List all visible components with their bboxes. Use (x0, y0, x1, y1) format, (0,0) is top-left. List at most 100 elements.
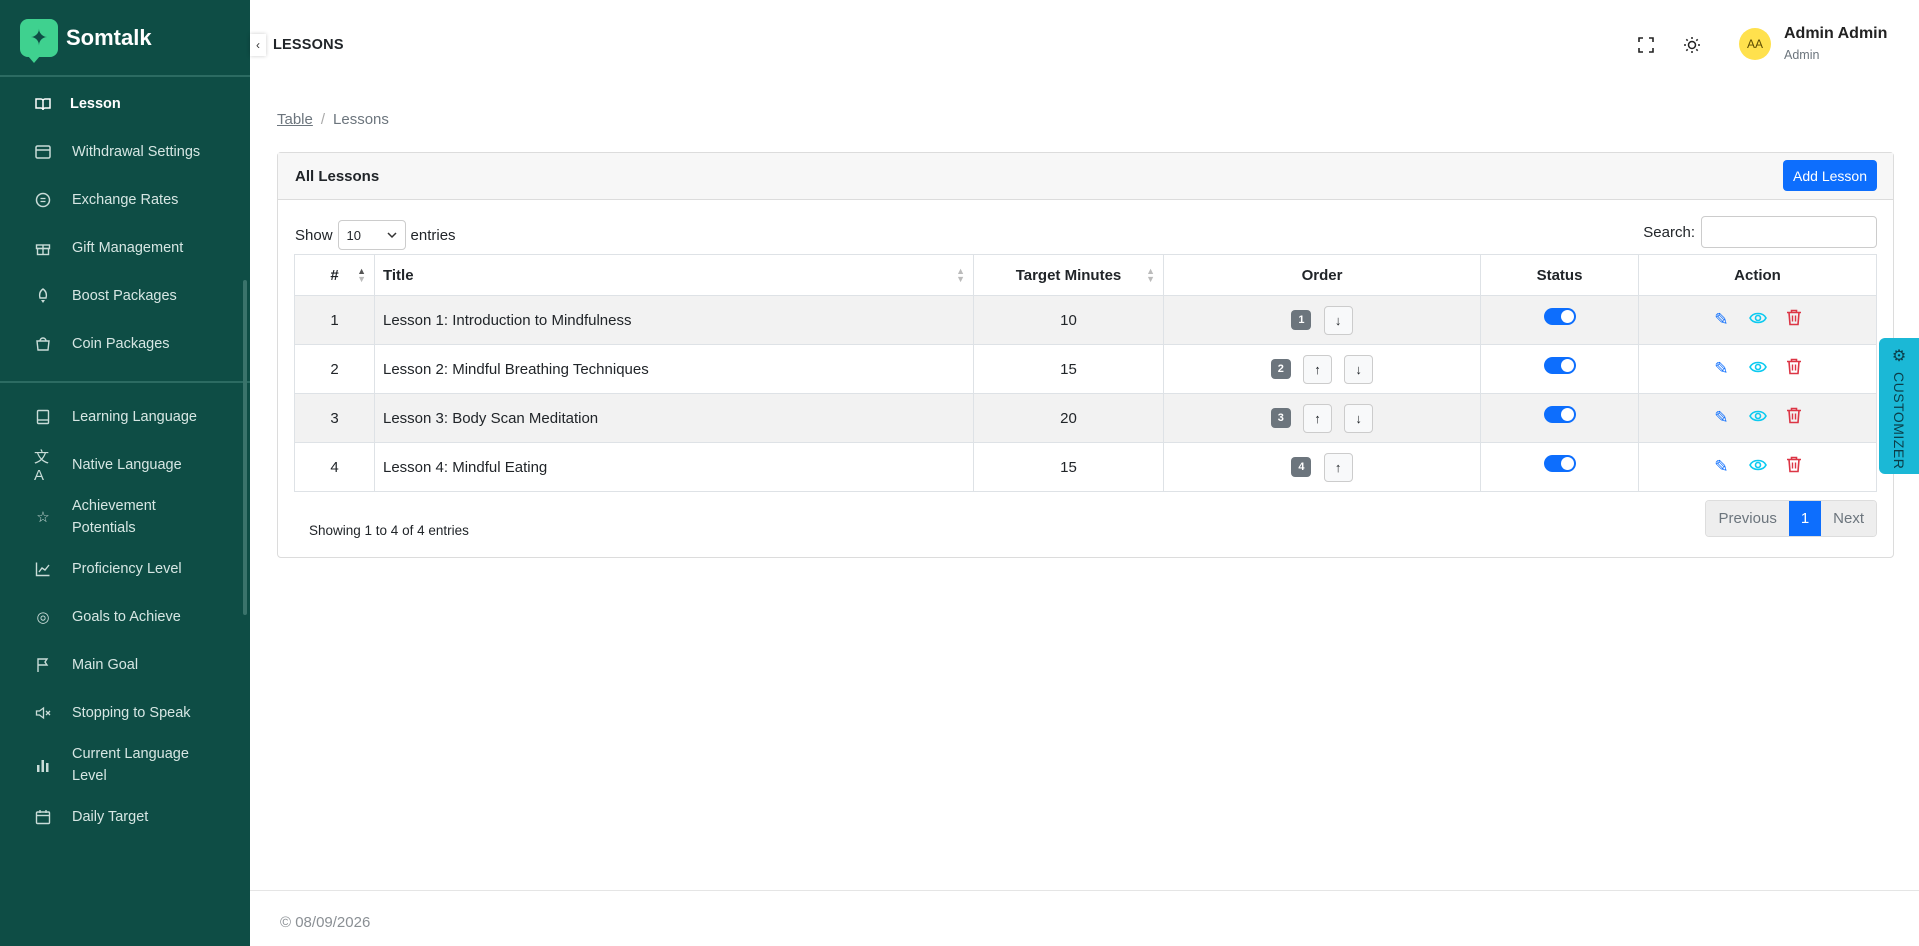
delete-trash-icon[interactable] (1784, 309, 1804, 331)
card-header: All Lessons Add Lesson (278, 153, 1893, 200)
edit-pencil-icon[interactable]: ✎ (1711, 359, 1731, 379)
order-badge: 4 (1291, 457, 1312, 477)
sidebar-item-native-language[interactable]: 文A Native Language (0, 441, 250, 489)
lessons-table: # ▲ ▼ Title ▲ ▼ Target Minutes ▲ ▼ Order St… (294, 254, 1877, 492)
entries-select[interactable]: 10 (337, 220, 406, 250)
footer-copyright: © 08/09/2026 (280, 914, 371, 931)
search-control: Search: (1643, 216, 1877, 248)
column-header-label: # (330, 266, 339, 284)
edit-pencil-icon[interactable]: ✎ (1711, 310, 1731, 330)
sidebar-item-goals-to-achieve[interactable]: ◎ Goals to Achieve (0, 593, 250, 641)
fullscreen-icon[interactable] (1635, 34, 1657, 56)
gear-icon: ⚙ (1891, 348, 1907, 365)
sidebar-item-withdrawal-settings[interactable]: Withdrawal Settings (0, 128, 250, 176)
sidebar-item-label: Learning Language (72, 409, 197, 425)
cell-target-minutes: 20 (973, 393, 1164, 443)
sidebar-item-lesson[interactable]: Lesson (0, 80, 250, 128)
show-label: Show (295, 226, 333, 244)
sidebar-item-main-goal[interactable]: Main Goal (0, 641, 250, 689)
search-input[interactable] (1701, 216, 1877, 248)
move-down-button[interactable]: ↓ (1323, 305, 1353, 335)
sidebar-item-label: Withdrawal Settings (72, 144, 201, 160)
next-page-button[interactable]: Next (1821, 501, 1876, 536)
cell-title: Lesson 1: Introduction to Mindfulness (374, 295, 974, 345)
move-down-button[interactable]: ↓ (1344, 354, 1374, 384)
column-header-title[interactable]: Title ▲ ▼ (374, 254, 974, 296)
view-eye-icon[interactable] (1748, 310, 1768, 330)
column-header-target-minutes[interactable]: Target Minutes ▲ ▼ (973, 254, 1164, 296)
breadcrumb: Table / Lessons (277, 111, 389, 128)
breadcrumb-link-table[interactable]: Table (277, 111, 313, 128)
edit-pencil-icon[interactable]: ✎ (1711, 457, 1731, 477)
column-header-status: Status (1480, 254, 1639, 296)
user-name[interactable]: Admin Admin (1784, 25, 1887, 43)
move-up-button[interactable]: ↑ (1303, 403, 1332, 433)
delete-trash-icon[interactable] (1784, 456, 1804, 478)
move-up-button[interactable]: ↑ (1303, 354, 1332, 384)
card-icon (34, 143, 52, 161)
cell-target-minutes: 10 (973, 295, 1164, 345)
arrow-down-icon: ↓ (1334, 312, 1342, 328)
sidebar-nav-main: Lesson Withdrawal Settings Exchange Rate… (0, 77, 250, 368)
status-toggle[interactable] (1543, 357, 1576, 375)
sidebar-item-label: Coin Packages (72, 336, 170, 352)
theme-sun-icon[interactable] (1681, 34, 1703, 56)
sidebar-item-label: Stopping to Speak (72, 705, 191, 721)
lessons-card: All Lessons Add Lesson Show 10 entries S… (277, 152, 1894, 558)
delete-trash-icon[interactable] (1784, 358, 1804, 380)
sidebar-item-coin-packages[interactable]: Coin Packages (0, 320, 250, 368)
view-eye-icon[interactable] (1748, 457, 1768, 477)
status-toggle[interactable] (1543, 406, 1576, 424)
sidebar-collapse-icon[interactable]: ‹ (250, 34, 266, 56)
brand[interactable]: ✦ Somtalk (0, 0, 250, 77)
column-header-order: Order (1163, 254, 1481, 296)
sidebar-nav-settings: Learning Language 文A Native Language ☆ A… (0, 393, 250, 841)
move-down-button[interactable]: ↓ (1344, 403, 1374, 433)
delete-trash-icon[interactable] (1784, 407, 1804, 429)
chart-line-icon (34, 560, 52, 578)
sidebar-item-label: Proficiency Level (72, 561, 182, 577)
sidebar-item-label: Current Language Level (72, 746, 189, 784)
cell-action: ✎ (1638, 295, 1877, 345)
arrow-up-icon: ↑ (1314, 361, 1321, 377)
cell-order: 1 ↓ (1163, 295, 1481, 345)
previous-page-button[interactable]: Previous (1706, 501, 1789, 536)
cell-title: Lesson 4: Mindful Eating (374, 442, 974, 492)
cell-action: ✎ (1638, 393, 1877, 443)
page-title: LESSONS (273, 37, 344, 53)
sidebar-scrollbar[interactable] (243, 280, 247, 615)
footer: © 08/09/2026 (250, 890, 1919, 946)
sidebar-item-boost-packages[interactable]: Boost Packages (0, 272, 250, 320)
view-eye-icon[interactable] (1748, 359, 1768, 379)
sidebar-item-achievement-potentials[interactable]: ☆ Achievement Potentials (0, 489, 250, 545)
arrow-down-icon: ↓ (1355, 361, 1362, 377)
sidebar-item-current-language-level[interactable]: Current Language Level (0, 737, 250, 793)
sidebar-item-daily-target[interactable]: Daily Target (0, 793, 250, 841)
sidebar-item-label: Lesson (70, 96, 121, 112)
gift-icon (34, 239, 52, 257)
move-up-button[interactable]: ↑ (1323, 452, 1353, 482)
cell-target-minutes: 15 (973, 442, 1164, 492)
edit-pencil-icon[interactable]: ✎ (1711, 408, 1731, 428)
add-lesson-button[interactable]: Add Lesson (1783, 160, 1877, 191)
customizer-tab[interactable]: ⚙ CUSTOMIZER (1879, 338, 1919, 474)
column-header-label: Target Minutes (1015, 266, 1122, 284)
table-row: 3 Lesson 3: Body Scan Meditation 20 3 ↑ … (294, 393, 1877, 443)
sidebar-item-stopping-to-speak[interactable]: Stopping to Speak (0, 689, 250, 737)
sidebar-item-gift-management[interactable]: Gift Management (0, 224, 250, 272)
avatar[interactable]: AA (1739, 28, 1771, 60)
sidebar-item-exchange-rates[interactable]: Exchange Rates (0, 176, 250, 224)
status-toggle[interactable] (1543, 308, 1576, 326)
order-badge: 2 (1270, 359, 1291, 379)
sidebar-item-proficiency-level[interactable]: Proficiency Level (0, 545, 250, 593)
package-icon (34, 335, 52, 353)
bar-chart-icon (34, 756, 52, 774)
page-1-button[interactable]: 1 (1788, 501, 1822, 536)
status-toggle[interactable] (1543, 455, 1576, 473)
cell-target-minutes: 15 (973, 344, 1164, 394)
column-header-number[interactable]: # ▲ ▼ (294, 254, 375, 296)
flag-icon (34, 656, 52, 674)
sidebar-item-learning-language[interactable]: Learning Language (0, 393, 250, 441)
sidebar-item-label: Native Language (72, 457, 182, 473)
view-eye-icon[interactable] (1748, 408, 1768, 428)
